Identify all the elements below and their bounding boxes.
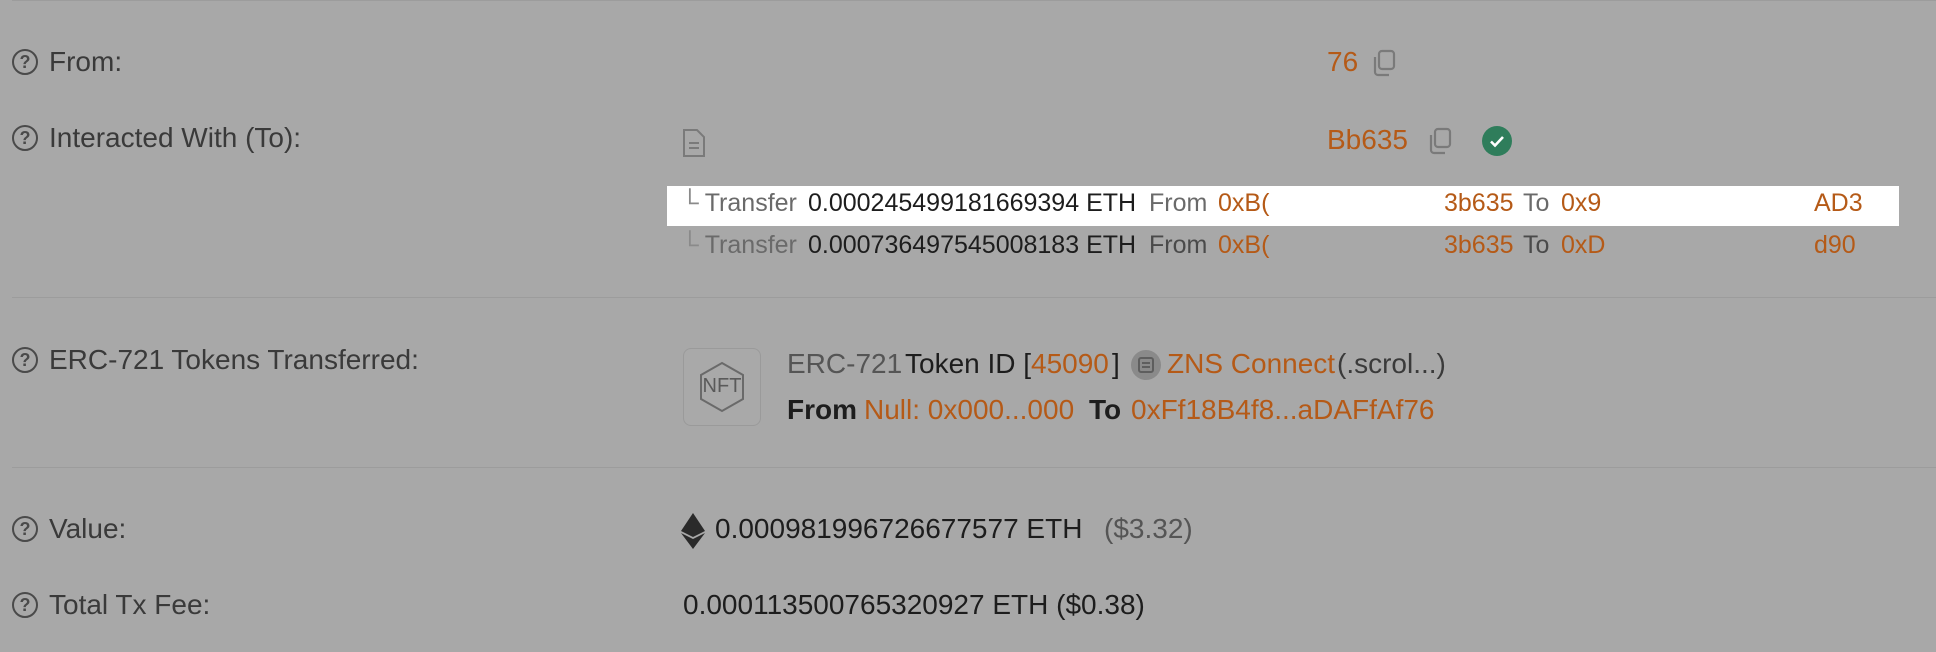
ethereum-icon [681,513,705,549]
document-icon [683,129,705,157]
from-word: From [1149,189,1208,217]
total-tx-fee-label: Total Tx Fee: [49,589,211,620]
transfer-from-address-tail[interactable]: 3b635 [1444,231,1514,260]
interacted-with-label: Interacted With (To): [49,122,302,153]
to-word: To [1523,231,1550,259]
transfer-to-address[interactable]: 0x9 [1561,189,1601,218]
token-id-link[interactable]: 45090 [1031,348,1109,380]
collection-suffix: (.scrol...) [1337,348,1446,379]
token-id-prefix: Token ID [ [905,348,1032,379]
nft-to-word: To [1089,394,1122,425]
transfer-word: Transfer [704,189,797,217]
transfer-from-address-tail[interactable]: 3b635 [1444,189,1514,218]
value-label: Value: [49,513,127,544]
transfer-amount: 0.000736497545008183 ETH [808,231,1137,259]
token-standard: ERC-721 [787,348,903,379]
transfer-to-address-tail[interactable]: d90 [1814,231,1856,260]
value-usd: ($3.32) [1104,513,1193,544]
transfer-from-address[interactable]: 0xB( [1218,189,1269,218]
question-circle-icon[interactable]: ? [12,516,38,542]
transfer-to-address-tail[interactable]: AD3 [1814,189,1863,218]
value-amount: 0.000981996726677577 ETH [715,513,1083,544]
erc721-label: ERC-721 Tokens Transferred: [49,344,419,375]
question-circle-icon[interactable]: ? [12,592,38,618]
question-circle-icon[interactable]: ? [12,49,38,75]
divider [12,467,1936,468]
transfer-word: Transfer [704,231,797,259]
question-circle-icon[interactable]: ? [12,347,38,373]
interacted-address[interactable]: Bb635 [1327,124,1408,156]
divider-top [12,0,1936,1]
to-word: To [1523,189,1550,217]
copy-icon[interactable] [1370,48,1398,78]
from-address[interactable]: 76 [1327,46,1358,78]
nft-thumbnail[interactable]: NFT [683,348,761,426]
transfer-to-address[interactable]: 0xD [1561,231,1605,260]
tree-corner-icon: └ [681,189,699,217]
nft-to-address[interactable]: 0xFf18B4f8...aDAFfAf76 [1131,394,1435,426]
from-word: From [1149,231,1208,259]
transfer-amount: 0.000245499181669394 ETH [808,189,1137,217]
from-label: From: [49,46,123,77]
internal-transfer-row-1: └ Transfer [681,189,797,218]
nft-from-address[interactable]: Null: 0x000...000 [864,394,1074,426]
token-logo-icon [1131,350,1161,380]
transfer-from-address[interactable]: 0xB( [1218,231,1269,260]
collection-link[interactable]: ZNS Connect [1167,348,1335,380]
token-id-suffix: ] [1112,348,1120,379]
check-circle-icon [1482,126,1512,156]
nft-from-word: From [787,394,857,425]
divider [12,297,1936,298]
internal-transfer-row-2: └ Transfer [681,231,797,260]
nft-icon-text: NFT [702,375,742,397]
question-circle-icon[interactable]: ? [12,125,38,151]
tree-corner-icon: └ [681,231,699,259]
fee-amount: 0.000113500765320927 ETH ($0.38) [683,589,1145,620]
copy-icon[interactable] [1426,126,1454,156]
